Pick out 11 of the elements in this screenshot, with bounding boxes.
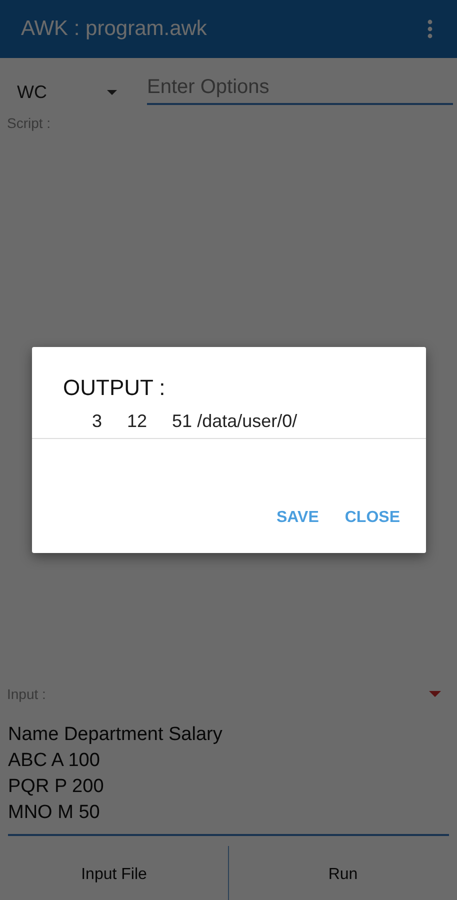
output-text: 3 12 51 /data/user/0/: [32, 401, 426, 439]
options-field[interactable]: Enter Options: [147, 72, 453, 105]
caret-icon: [107, 90, 117, 95]
input-field[interactable]: Name Department Salary ABC A 100 PQR P 200 MNO M 50: [8, 722, 449, 836]
dialog-title: OUTPUT :: [62, 374, 166, 401]
close-button[interactable]: CLOSE: [336, 503, 408, 533]
caret-icon[interactable]: [429, 691, 441, 697]
command-dropdown[interactable]: WC: [17, 74, 117, 103]
app-title: AWK : program.awk: [21, 17, 207, 41]
more-options-icon[interactable]: [427, 19, 433, 39]
save-button[interactable]: SAVE: [268, 503, 327, 533]
